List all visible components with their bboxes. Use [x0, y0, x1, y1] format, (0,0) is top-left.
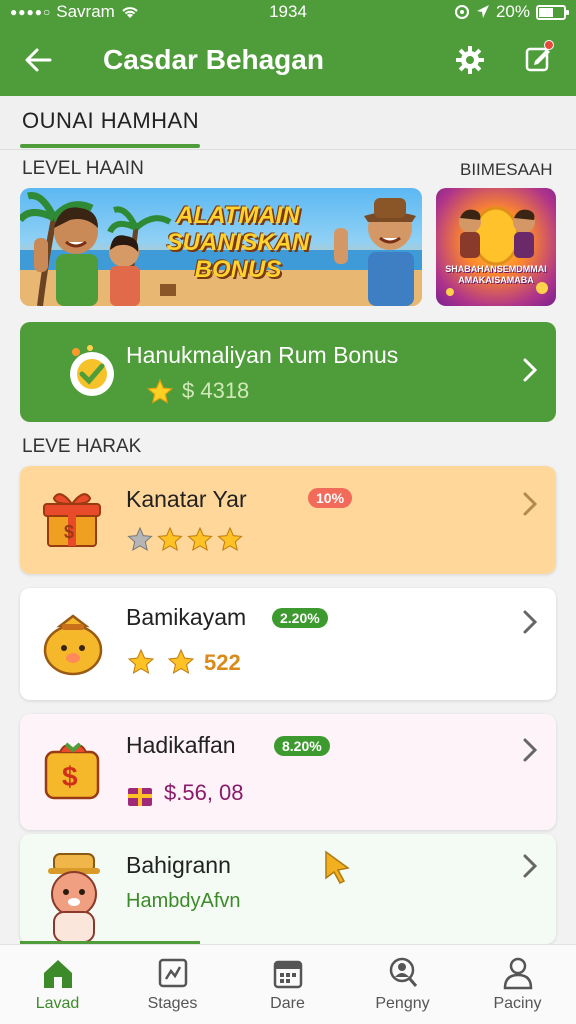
gift-box-icon: $	[43, 493, 101, 547]
list-item-title: Hadikaffan	[126, 732, 236, 758]
nav-item-lavad[interactable]: Lavad	[0, 945, 115, 1024]
star-icon	[127, 648, 195, 675]
money-bag-icon	[43, 614, 103, 676]
list-item-hadikaffan[interactable]: $ Hadikaffan 8.20% $.56, 08	[20, 714, 556, 830]
tab-active[interactable]: OUNAI HAMHAN	[22, 108, 199, 134]
side-promo-banner[interactable]: SHABAHANSEMDMMAI AMAKAISAMABA	[436, 188, 556, 306]
list-item-bamikayam[interactable]: Bamikayam 2.20% 522	[20, 588, 556, 700]
back-button[interactable]	[18, 40, 58, 80]
percent-badge: 2.20%	[272, 608, 328, 628]
purple-gift-icon	[128, 788, 152, 806]
discount-badge: 10%	[308, 488, 353, 508]
percent-badge: 8.20%	[274, 736, 330, 756]
svg-text:$: $	[62, 761, 78, 792]
reward-badge-icon	[70, 345, 114, 396]
chevron-right-icon	[523, 358, 538, 382]
list-item-subtitle: HambdyAfvn	[126, 890, 241, 912]
rating-stars	[127, 526, 243, 552]
star-icon	[146, 378, 174, 404]
side-banner-text: SHABAHANSEMDMMAI AMAKAISAMABA	[445, 264, 547, 285]
hamster-chef-icon	[48, 853, 100, 943]
location-arrow-icon	[476, 5, 489, 18]
svg-text:$: $	[64, 522, 74, 542]
battery-icon	[536, 4, 569, 20]
settings-button[interactable]	[450, 40, 490, 80]
status-bar: ●●●●○ Savram 1934 20%	[0, 0, 576, 26]
tab-indicator	[20, 144, 200, 148]
app-title: Casdar Behagan	[103, 44, 324, 75]
nav-label: Paciny	[493, 995, 542, 1012]
battery-percent: 20%	[495, 2, 530, 21]
nav-item-dare[interactable]: Dare	[230, 945, 345, 1024]
promo-banner[interactable]: ALATMAIN SUANISKAN BONUS	[20, 188, 422, 306]
list-item-title: Kanatar Yar	[126, 486, 247, 512]
list-item-bahigrann[interactable]: Bahigrann HambdyAfvn	[20, 834, 556, 944]
highlight-title: Hanukmaliyan Rum Bonus	[126, 342, 399, 368]
nav-label: Stages	[147, 995, 198, 1012]
section-level-label: LEVEL HAAIN	[22, 158, 144, 179]
stages-icon	[158, 958, 188, 988]
reward-value: $.56, 08	[164, 780, 244, 805]
cursor-pointer-icon	[325, 850, 350, 884]
chevron-right-icon	[523, 492, 538, 516]
highlight-amount: $ 4318	[182, 378, 250, 403]
back-arrow-icon	[25, 48, 52, 72]
nav-label: Pengny	[375, 995, 430, 1012]
sync-icon	[454, 5, 469, 19]
nav-label: Dare	[270, 995, 305, 1012]
bonus-highlight-card[interactable]: Hanukmaliyan Rum Bonus $ 4318	[20, 322, 556, 422]
bottom-navigation: Lavad Stages Dare Pengny Paciny	[0, 944, 576, 1024]
calendar-icon	[273, 960, 303, 989]
nav-label: Lavad	[35, 995, 80, 1012]
nav-item-stages[interactable]: Stages	[115, 945, 230, 1024]
list-item-title: Bahigrann	[126, 852, 231, 878]
dollar-gift-icon: $	[44, 742, 100, 800]
tab-bar: OUNAI HAMHAN	[0, 96, 576, 150]
search-user-icon	[389, 957, 418, 987]
notification-dot	[544, 40, 554, 50]
gear-icon	[456, 46, 484, 74]
nav-item-paciny[interactable]: Paciny	[460, 945, 575, 1024]
app-bar: Casdar Behagan	[0, 26, 576, 96]
profile-icon	[503, 957, 533, 990]
chevron-right-icon	[523, 738, 538, 762]
reward-value: 522	[204, 650, 241, 675]
edit-button[interactable]	[518, 38, 558, 78]
list-item-kanatar[interactable]: $ Kanatar Yar 10%	[20, 466, 556, 574]
list-item-title: Bamikayam	[126, 604, 247, 630]
nav-item-pengny[interactable]: Pengny	[345, 945, 460, 1024]
section-second-label: LEVE HARAK	[22, 436, 142, 457]
banner-headline: ALATMAIN SUANISKAN BONUS	[166, 202, 310, 283]
section-right-label[interactable]: BIIMESAAH	[460, 160, 553, 180]
chevron-right-icon	[523, 610, 538, 634]
side-banner-illustration	[446, 206, 548, 296]
home-icon	[44, 960, 72, 988]
top-app-bar: ●●●●○ Savram 1934 20% Casdar Behagan	[0, 0, 576, 96]
chevron-right-icon	[523, 854, 538, 878]
